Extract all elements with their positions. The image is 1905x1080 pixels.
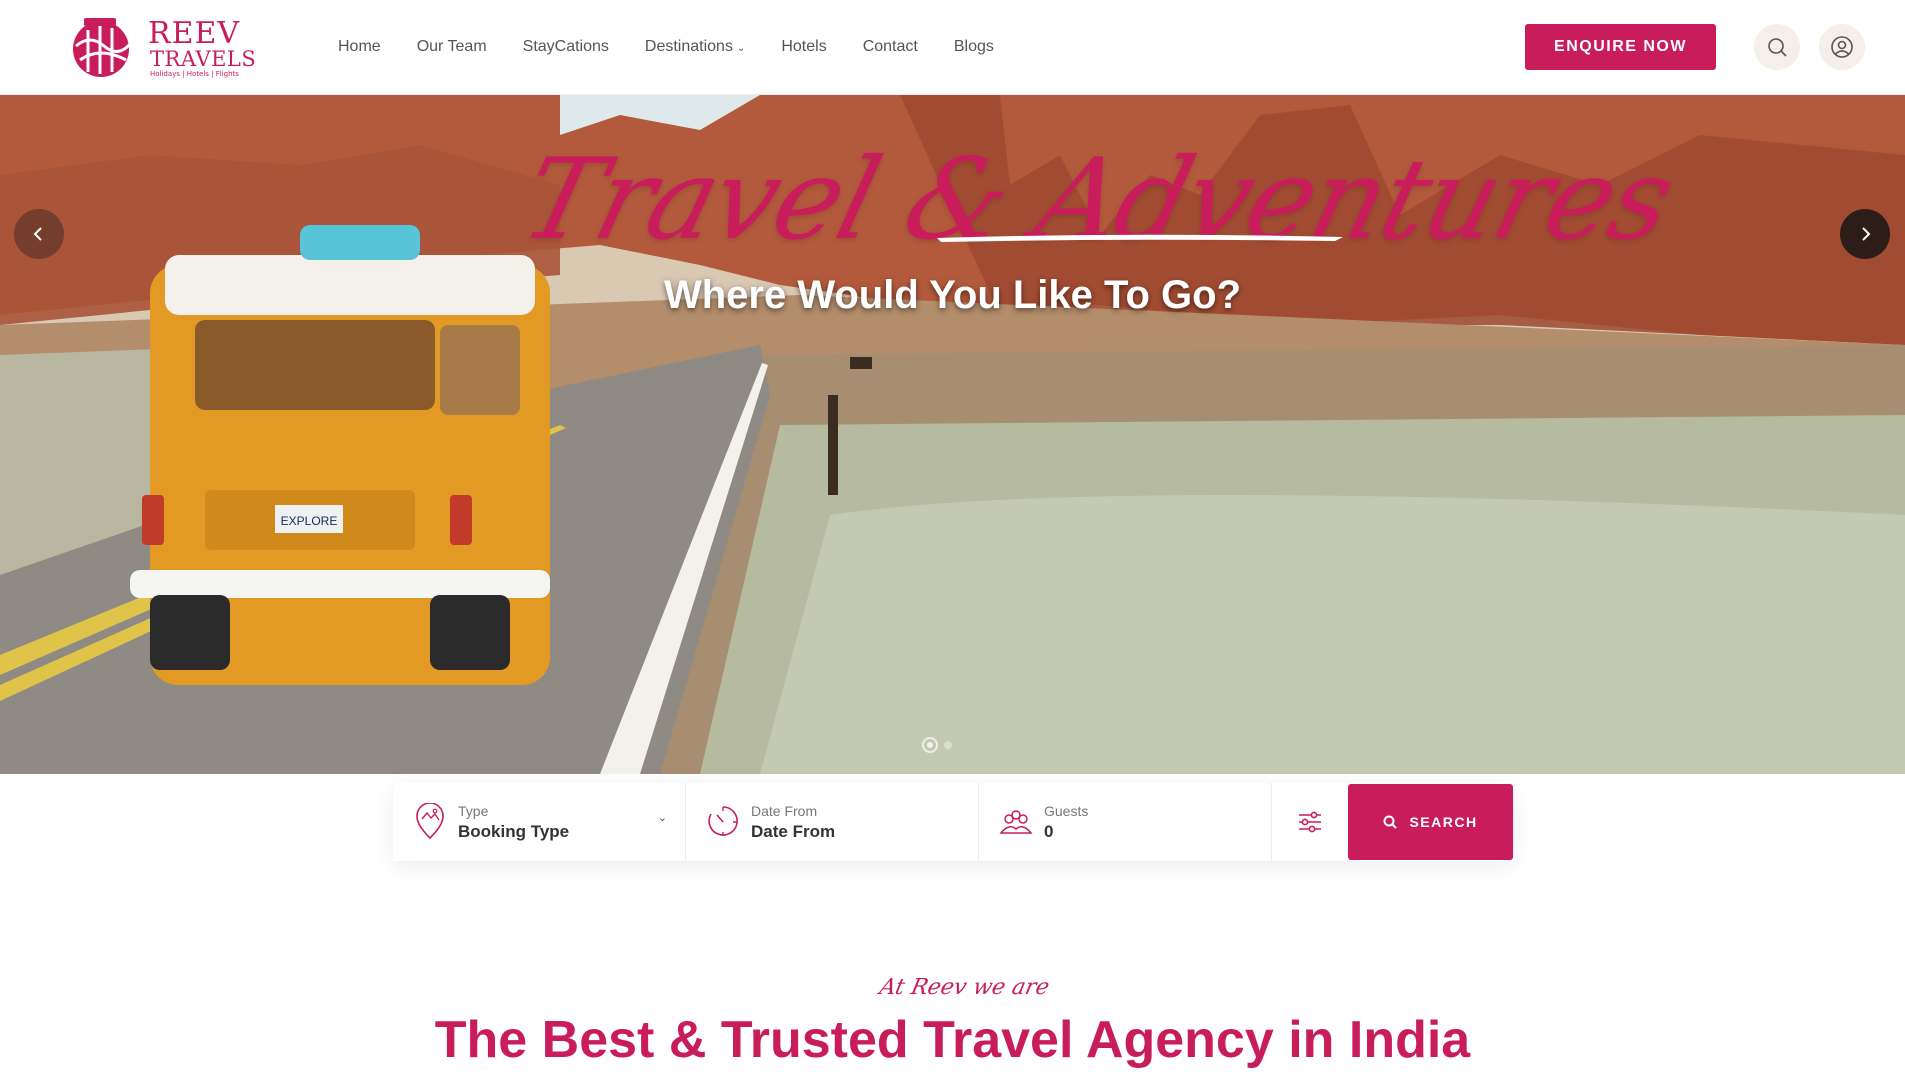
- nav-label: Destinations: [644, 38, 733, 55]
- chevron-down-icon: ⌄: [657, 811, 667, 824]
- group-icon: [999, 810, 1033, 834]
- date-from-field[interactable]: Date From Date From: [686, 783, 979, 861]
- brand-name-line1: REEV: [148, 16, 241, 51]
- nav-item-destinations[interactable]: Destinations ⌄: [645, 36, 745, 58]
- filters-button[interactable]: [1272, 783, 1348, 861]
- slider-prev-button[interactable]: [14, 209, 64, 259]
- chevron-down-icon: ⌄: [736, 42, 746, 54]
- nav-label: Blogs: [953, 38, 994, 55]
- main-nav: Home Our Team StayCations Destinations ⌄ …: [338, 36, 1030, 58]
- search-icon: [1768, 38, 1787, 57]
- nav-label: StayCations: [522, 38, 609, 55]
- site-header: REEV TRAVELS Holidays | Hotels | Flights…: [0, 0, 1905, 95]
- nav-item-our-team[interactable]: Our Team: [417, 36, 487, 58]
- nav-item-hotels[interactable]: Hotels: [781, 36, 826, 58]
- user-icon: [1831, 36, 1853, 58]
- nav-label: Hotels: [781, 38, 827, 55]
- chevron-left-icon: [33, 227, 42, 241]
- brand-tagline: Holidays | Hotels | Flights: [150, 70, 239, 78]
- hero-slider: EXPLORE Travel & Adventures Where Would …: [0, 95, 1905, 774]
- van-plate-text: EXPLORE: [281, 514, 338, 528]
- nav-label: Contact: [862, 38, 918, 55]
- intro-heading: The Best & Trusted Travel Agency in Indi…: [434, 1011, 1471, 1069]
- booking-type-value: Booking Type: [458, 822, 570, 841]
- nav-label: Home: [338, 38, 381, 55]
- nav-item-contact[interactable]: Contact: [863, 36, 918, 58]
- booking-type-label: Type: [458, 803, 489, 819]
- header-search-button[interactable]: [1754, 24, 1800, 70]
- slider-next-button[interactable]: [1840, 209, 1890, 259]
- guests-label: Guests: [1044, 803, 1089, 819]
- enquire-now-button[interactable]: ENQUIRE NOW: [1525, 24, 1716, 70]
- header-account-button[interactable]: [1819, 24, 1865, 70]
- guests-field[interactable]: Guests 0: [979, 783, 1272, 861]
- logo-emblem-icon: [73, 18, 132, 77]
- nav-item-blogs[interactable]: Blogs: [954, 36, 994, 58]
- nav-label: Our Team: [416, 38, 487, 55]
- sliders-icon: [1299, 811, 1321, 833]
- search-button-label: SEARCH: [1409, 814, 1478, 830]
- date-from-label: Date From: [751, 803, 818, 819]
- search-icon: [1383, 815, 1398, 829]
- map-pin-icon: [416, 803, 444, 840]
- search-button[interactable]: SEARCH: [1348, 784, 1513, 860]
- chevron-right-icon: [1862, 227, 1871, 241]
- brand-name-line2: TRAVELS: [150, 47, 257, 71]
- nav-item-staycations[interactable]: StayCations: [523, 36, 609, 58]
- brush-underline: [937, 234, 1343, 242]
- nav-item-home[interactable]: Home: [338, 36, 381, 58]
- hero-subtitle: Where Would You Like To Go?: [663, 273, 1242, 317]
- intro-script-text: At Reev we are: [877, 975, 1052, 1000]
- slider-dot[interactable]: [922, 737, 938, 753]
- slider-dot[interactable]: [944, 741, 952, 749]
- slider-pagination: [922, 735, 962, 755]
- clock-icon: [708, 806, 738, 836]
- booking-type-select[interactable]: Type Booking Type ⌄: [393, 783, 686, 861]
- guests-value: 0: [1044, 822, 1054, 841]
- brand-logo[interactable]: REEV TRAVELS Holidays | Hotels | Flights: [70, 16, 256, 80]
- date-from-value: Date From: [751, 822, 836, 841]
- booking-search-bar: Type Booking Type ⌄ Date From Date From …: [393, 783, 1513, 861]
